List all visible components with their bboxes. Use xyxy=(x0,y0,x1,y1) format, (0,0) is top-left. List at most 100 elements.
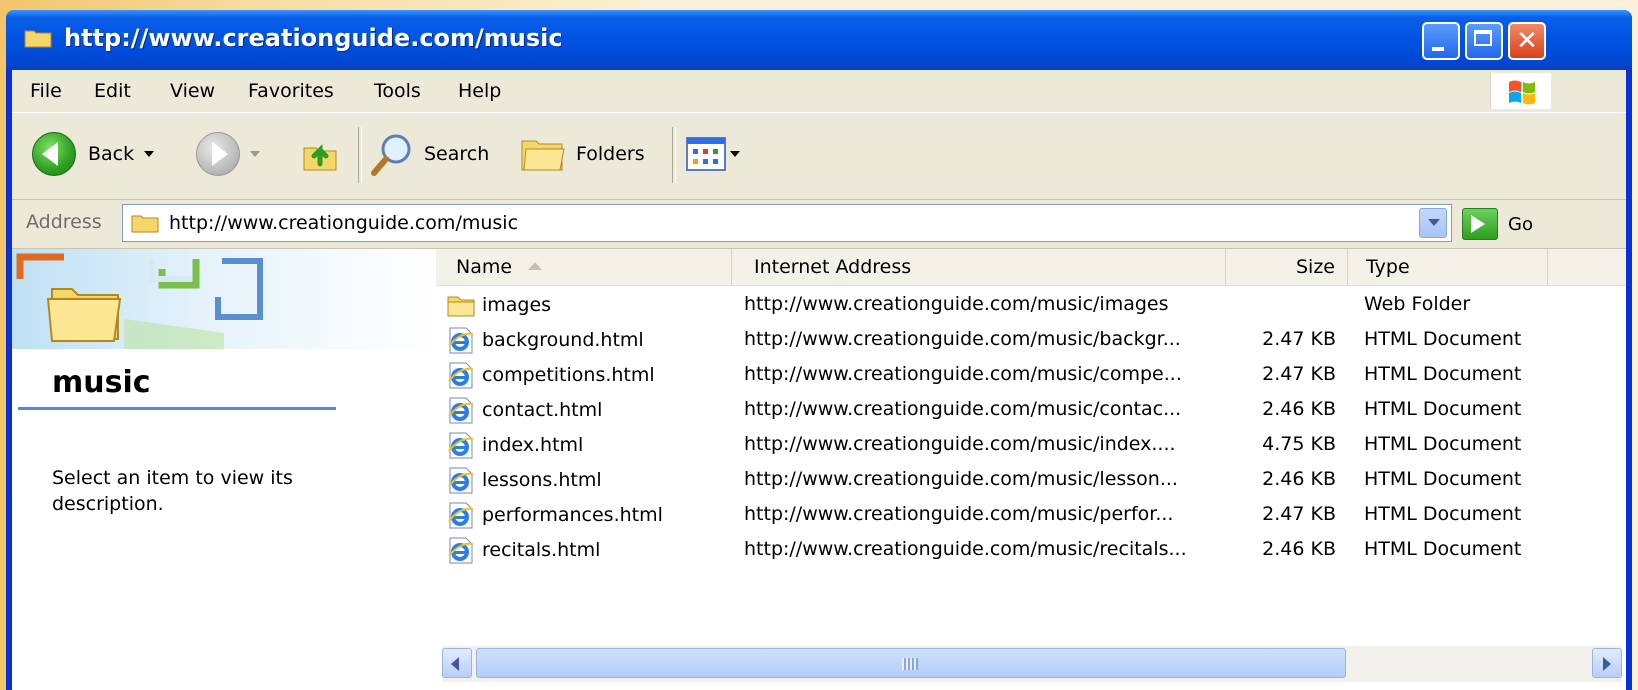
menu-view[interactable]: View xyxy=(170,80,215,102)
file-size: 2.47 KB xyxy=(1262,503,1336,525)
file-name: images xyxy=(482,294,552,316)
toolbar-separator xyxy=(672,127,676,183)
window-title: http://www.creationguide.com/music xyxy=(64,24,563,52)
folders-icon xyxy=(521,140,565,171)
column-header-size[interactable]: Size xyxy=(1226,249,1348,285)
sort-ascending-icon xyxy=(528,262,543,270)
views-dropdown-icon[interactable] xyxy=(730,151,740,157)
menu-file[interactable]: File xyxy=(30,80,62,102)
file-type: HTML Document xyxy=(1364,433,1522,455)
folder-banner-graphic xyxy=(12,249,436,349)
table-row[interactable]: background.html http://www.creationguide.… xyxy=(436,322,1626,357)
maximize-button[interactable] xyxy=(1465,22,1503,60)
address-input[interactable]: http://www.creationguide.com/music xyxy=(122,204,1452,242)
column-header-address[interactable]: Internet Address xyxy=(732,249,1226,285)
file-size: 2.47 KB xyxy=(1262,363,1336,385)
address-label: Address xyxy=(26,211,102,233)
horizontal-scrollbar[interactable] xyxy=(442,646,1622,682)
column-header-name[interactable]: Name xyxy=(436,249,732,285)
scrollbar-thumb[interactable] xyxy=(476,648,1346,678)
file-name: contact.html xyxy=(482,399,603,421)
file-type: HTML Document xyxy=(1364,503,1522,525)
ie-document-icon xyxy=(446,501,476,529)
file-size: 2.46 KB xyxy=(1262,398,1336,420)
table-row[interactable]: competitions.html http://www.creationguid… xyxy=(436,357,1626,392)
back-label: Back xyxy=(88,143,135,165)
file-name: lessons.html xyxy=(482,469,602,491)
file-name-cell[interactable]: index.html xyxy=(446,431,583,459)
column-header-name-label: Name xyxy=(456,256,513,278)
file-size: 2.46 KB xyxy=(1262,468,1336,490)
forward-button[interactable] xyxy=(196,131,260,177)
folders-button[interactable]: Folders xyxy=(520,131,645,177)
up-folder-icon xyxy=(303,143,337,171)
file-address: http://www.creationguide.com/music/index… xyxy=(744,433,1176,455)
table-row[interactable]: recitals.html http://www.creationguide.co… xyxy=(436,532,1626,567)
menu-favorites[interactable]: Favorites xyxy=(248,80,334,102)
file-address: http://www.creationguide.com/music/backg… xyxy=(744,328,1181,350)
minimize-icon xyxy=(1432,47,1444,51)
menu-bar: File Edit View Favorites Tools Help xyxy=(12,70,1626,113)
standard-toolbar: Back Search Folders xyxy=(12,113,1626,200)
file-name-cell[interactable]: lessons.html xyxy=(446,466,602,494)
file-name: performances.html xyxy=(482,504,663,526)
go-button[interactable]: Go xyxy=(1462,207,1533,241)
explorer-window: http://www.creationguide.com/music ✕ Fil… xyxy=(6,10,1632,690)
file-type: HTML Document xyxy=(1364,328,1522,350)
scroll-right-button[interactable] xyxy=(1592,648,1622,678)
table-row[interactable]: lessons.html http://www.creationguide.com… xyxy=(436,462,1626,497)
file-type: Web Folder xyxy=(1364,293,1471,315)
file-name-cell[interactable]: performances.html xyxy=(446,501,663,529)
title-divider xyxy=(18,407,336,410)
file-name-cell[interactable]: contact.html xyxy=(446,396,602,424)
ie-document-icon xyxy=(446,431,476,459)
ie-document-icon xyxy=(446,536,476,564)
file-name-cell[interactable]: recitals.html xyxy=(446,536,600,564)
address-dropdown-button[interactable] xyxy=(1419,208,1447,238)
close-button[interactable]: ✕ xyxy=(1508,22,1546,60)
menu-help[interactable]: Help xyxy=(458,80,501,102)
window-client: File Edit View Favorites Tools Help Back xyxy=(12,70,1626,690)
go-arrow-icon xyxy=(1462,208,1498,240)
column-header-type[interactable]: Type xyxy=(1348,249,1548,285)
search-button[interactable]: Search xyxy=(370,131,489,177)
file-size: 2.46 KB xyxy=(1262,538,1336,560)
column-header-address-label: Internet Address xyxy=(754,256,912,278)
ie-document-icon xyxy=(446,466,476,494)
up-folder-button[interactable] xyxy=(300,131,340,177)
forward-dropdown-icon[interactable] xyxy=(250,151,260,157)
file-list: Name Internet Address Size Type images ht… xyxy=(436,249,1626,690)
file-name: competitions.html xyxy=(482,364,655,386)
table-row[interactable]: performances.html http://www.creationguid… xyxy=(436,497,1626,532)
file-name-cell[interactable]: images xyxy=(446,291,551,319)
chevron-down-icon xyxy=(1428,219,1440,226)
file-type: HTML Document xyxy=(1364,468,1522,490)
chevron-right-icon xyxy=(1603,657,1611,671)
file-type: HTML Document xyxy=(1364,363,1522,385)
back-button[interactable]: Back xyxy=(32,131,155,177)
file-name-cell[interactable]: background.html xyxy=(446,326,644,354)
grip-icon xyxy=(902,658,918,670)
file-address: http://www.creationguide.com/music/conta… xyxy=(744,398,1182,420)
file-address: http://www.creationguide.com/music/image… xyxy=(744,293,1169,315)
folder-icon xyxy=(24,30,52,48)
file-address: http://www.creationguide.com/music/perfo… xyxy=(744,503,1174,525)
task-pane: music Select an item to view its descrip… xyxy=(12,249,436,690)
views-button[interactable] xyxy=(686,131,740,177)
chevron-left-icon xyxy=(451,657,459,671)
folder-icon xyxy=(131,215,159,233)
search-icon xyxy=(371,134,411,176)
back-dropdown-icon[interactable] xyxy=(144,151,155,157)
table-row[interactable]: images http://www.creationguide.com/music… xyxy=(436,287,1626,322)
file-name-cell[interactable]: competitions.html xyxy=(446,361,655,389)
column-header-size-label: Size xyxy=(1295,256,1335,278)
table-row[interactable]: contact.html http://www.creationguide.com… xyxy=(436,392,1626,427)
table-row[interactable]: index.html http://www.creationguide.com/m… xyxy=(436,427,1626,462)
menu-tools[interactable]: Tools xyxy=(374,80,421,102)
folder-icon xyxy=(446,291,476,319)
scroll-left-button[interactable] xyxy=(442,648,472,678)
title-bar[interactable]: http://www.creationguide.com/music ✕ xyxy=(6,10,1632,70)
menu-edit[interactable]: Edit xyxy=(94,80,131,102)
forward-arrow-icon xyxy=(196,132,240,176)
minimize-button[interactable] xyxy=(1422,22,1460,60)
